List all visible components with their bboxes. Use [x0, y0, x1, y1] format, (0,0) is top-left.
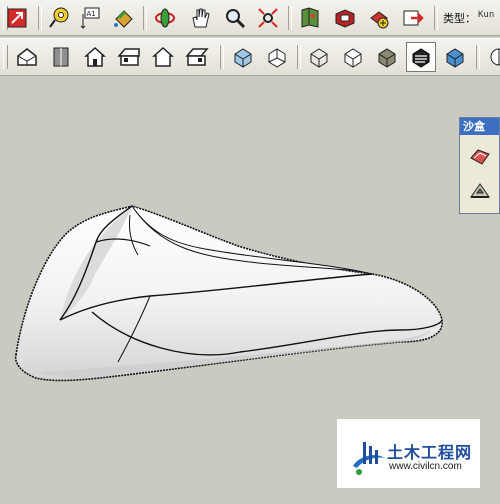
zoom-extents-icon[interactable] — [253, 3, 283, 33]
walk-icon[interactable] — [295, 3, 325, 33]
type-label: 类型： — [443, 12, 476, 25]
type-value[interactable]: Kun — [478, 10, 494, 20]
paint-bucket-icon[interactable] — [108, 3, 138, 33]
sandbox-panel-title[interactable]: 沙盒 — [460, 118, 499, 135]
select-icon[interactable] — [2, 3, 32, 33]
shaded-textures-icon[interactable] — [372, 42, 402, 72]
wireframe-icon[interactable] — [262, 42, 292, 72]
left-view-icon[interactable] — [182, 42, 212, 72]
watermark-site-name: 土木工程网 — [387, 443, 473, 462]
xray-icon[interactable] — [228, 42, 258, 72]
hidden-line-icon[interactable] — [304, 42, 334, 72]
back-view-icon[interactable] — [148, 42, 178, 72]
shaded-icon[interactable] — [338, 42, 368, 72]
from-scratch-icon[interactable] — [466, 178, 494, 206]
views-toolbar — [0, 38, 500, 76]
monochrome-icon[interactable] — [406, 42, 436, 72]
pan-icon[interactable] — [186, 3, 216, 33]
iso-view-icon[interactable] — [12, 42, 42, 72]
civil-logo-icon — [353, 442, 385, 475]
orbit-icon[interactable] — [150, 3, 180, 33]
watermark-url: www.civilcn.com — [389, 461, 462, 472]
svg-text:A1: A1 — [87, 10, 96, 18]
dimension-icon[interactable]: A1 — [76, 3, 106, 33]
components-icon[interactable] — [330, 3, 360, 33]
top-view-icon[interactable] — [46, 42, 76, 72]
toolbar-grip[interactable] — [3, 45, 8, 69]
main-toolbar: A1 类型： Kun — [0, 0, 500, 36]
zoom-icon[interactable] — [220, 3, 250, 33]
tape-measure-icon[interactable] — [44, 3, 74, 33]
partial-icon[interactable] — [440, 42, 470, 72]
export-icon[interactable] — [398, 3, 428, 33]
right-view-icon[interactable] — [114, 42, 144, 72]
from-contours-icon[interactable] — [466, 142, 494, 170]
section-icon[interactable] — [480, 42, 500, 72]
front-view-icon[interactable] — [80, 42, 110, 72]
sandbox-toolbar-panel: 沙盒 — [459, 117, 500, 214]
layers-icon[interactable] — [364, 3, 394, 33]
watermark-logo: 土木工程网 www.civilcn.com — [337, 419, 480, 488]
